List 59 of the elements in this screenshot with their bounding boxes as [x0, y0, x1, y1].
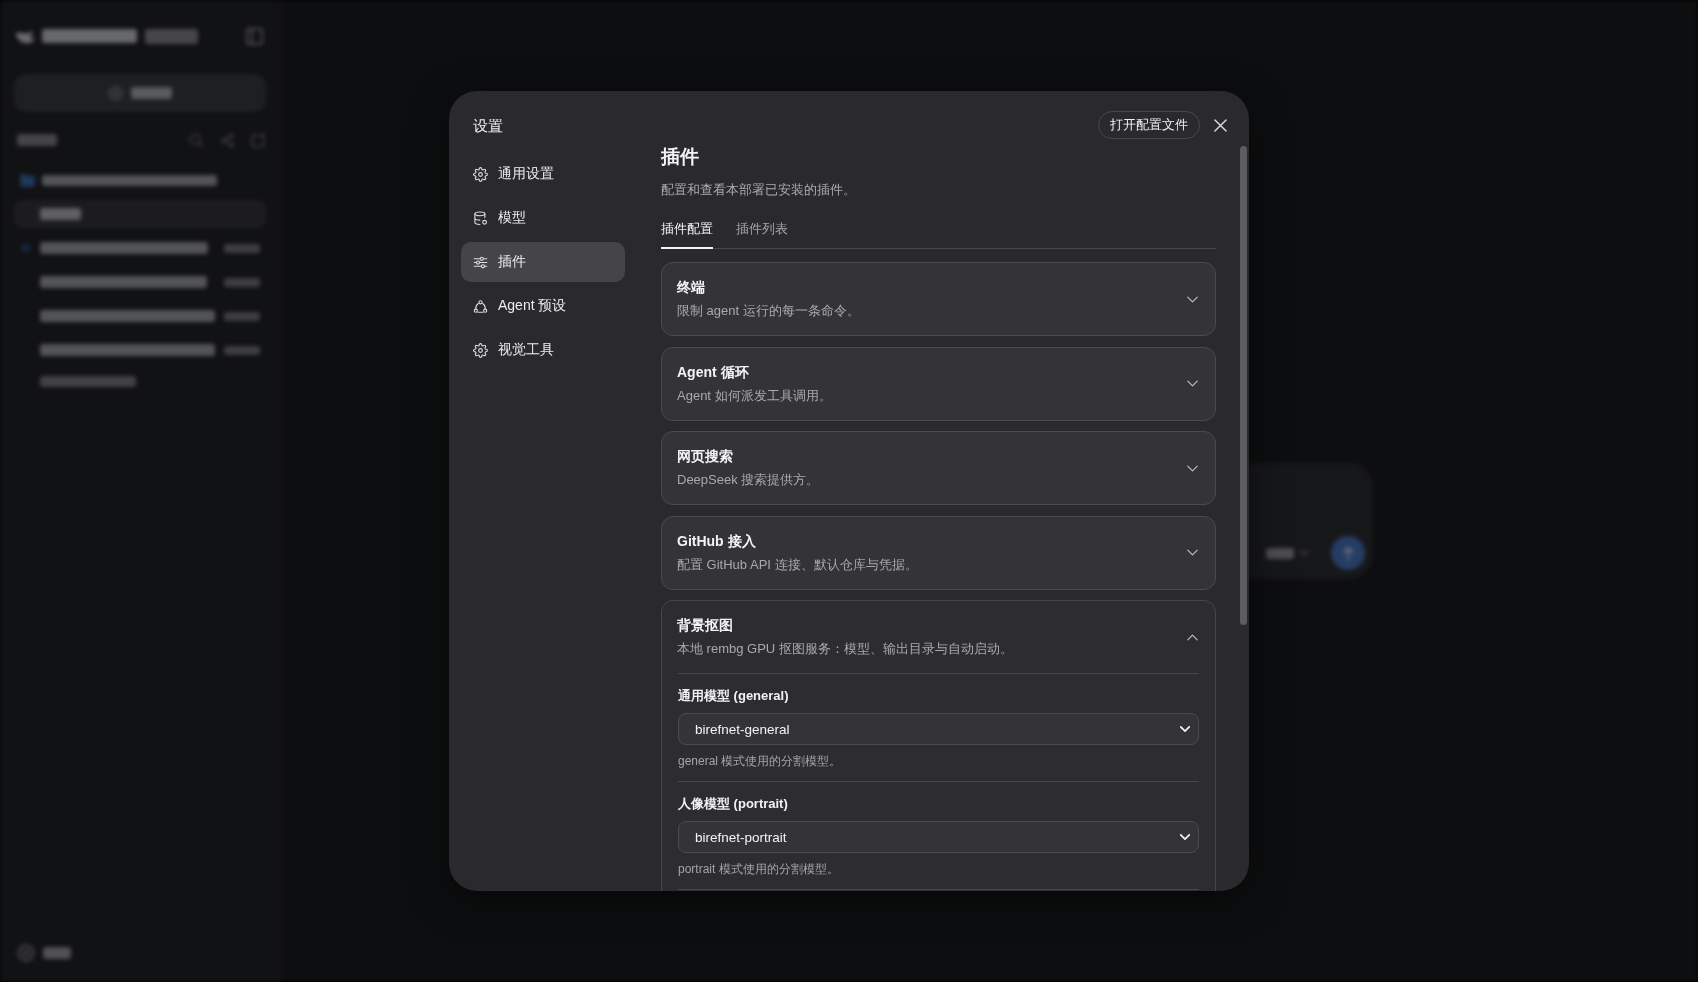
blurred-text-bar [43, 947, 71, 959]
chevron-down-icon [1180, 726, 1190, 732]
settings-icon [17, 944, 35, 962]
field-label: 通用模型 (general) [678, 687, 790, 705]
tab[interactable]: 插件配置 [661, 211, 713, 249]
close-icon [1214, 118, 1227, 132]
chevron-down-icon[interactable] [1187, 380, 1198, 387]
logo-badge [145, 28, 198, 44]
nav-item[interactable]: 视觉工具 [461, 330, 625, 370]
whale-icon [15, 28, 36, 44]
arrow-up-icon [1341, 545, 1355, 561]
nav-item[interactable]: 通用设置 [461, 154, 625, 194]
page-description: 配置和查看本部署已安装的插件。 [661, 181, 857, 199]
plugin-title: Agent 循环 [677, 362, 750, 382]
nav-item[interactable]: Agent 预设 [461, 286, 625, 326]
plugin-description: 配置 GitHub API 连接、默认仓库与凭据。 [677, 555, 919, 574]
session-item[interactable] [14, 200, 266, 228]
model-select[interactable]: birefnet-portrait [678, 821, 1199, 853]
chevron-down-icon[interactable] [1187, 295, 1198, 303]
plugin-title: 终端 [677, 278, 706, 297]
panel-icon[interactable] [246, 27, 263, 45]
plugin-description: DeepSeek 搜索提供方。 [677, 471, 821, 489]
dialog-title: 设置 [472, 116, 504, 136]
chevron-up-icon[interactable] [1187, 633, 1198, 641]
gear-icon [473, 342, 488, 358]
sliders-icon [473, 254, 488, 270]
plugin-description: 限制 agent 运行的每一条命令。 [677, 302, 861, 320]
blurred-text-bar [224, 345, 260, 355]
scrollbar-thumb[interactable] [1240, 146, 1247, 625]
tab[interactable]: 插件列表 [736, 211, 788, 249]
page-title: 插件 [661, 145, 700, 169]
blurred-text-bar [131, 87, 172, 99]
new-chat-button[interactable] [14, 74, 266, 112]
field-help: general 模式使用的分割模型。 [678, 753, 843, 770]
blurred-text-bar [40, 208, 81, 220]
plugin-title: 背景抠图 [677, 616, 734, 635]
blurred-text-bar [224, 277, 260, 287]
open-config-button[interactable]: 打开配置文件 [1098, 111, 1200, 139]
nodes-icon [473, 298, 488, 314]
folder-icon [20, 173, 35, 187]
chevron-down-icon [1180, 834, 1190, 840]
plugin-description: Agent 如何派发工具调用。 [677, 386, 833, 405]
nav-item[interactable]: 模型 [461, 198, 625, 238]
field-help: portrait 模式使用的分割模型。 [678, 861, 840, 878]
send-button[interactable] [1331, 536, 1365, 570]
plugin-title: GitHub 接入 [677, 531, 757, 551]
chevron-down-icon[interactable] [1187, 549, 1198, 556]
plugin-description: 本地 rembg GPU 抠图服务：模型、输出目录与自动启动。 [677, 640, 1014, 658]
nav-item[interactable]: 插件 [461, 242, 625, 282]
field-label: 人像模型 (portrait) [678, 795, 789, 813]
gear-icon [473, 166, 488, 182]
blurred-text-bar [1266, 547, 1294, 559]
plugin-title: 网页搜索 [677, 447, 734, 466]
blurred-text-bar [17, 134, 57, 146]
blurred-text-bar [224, 311, 260, 321]
blurred-text-bar [224, 243, 260, 253]
model-select[interactable]: birefnet-general [678, 713, 1199, 745]
chevron-down-icon[interactable] [1187, 464, 1198, 472]
database-icon [473, 210, 488, 226]
